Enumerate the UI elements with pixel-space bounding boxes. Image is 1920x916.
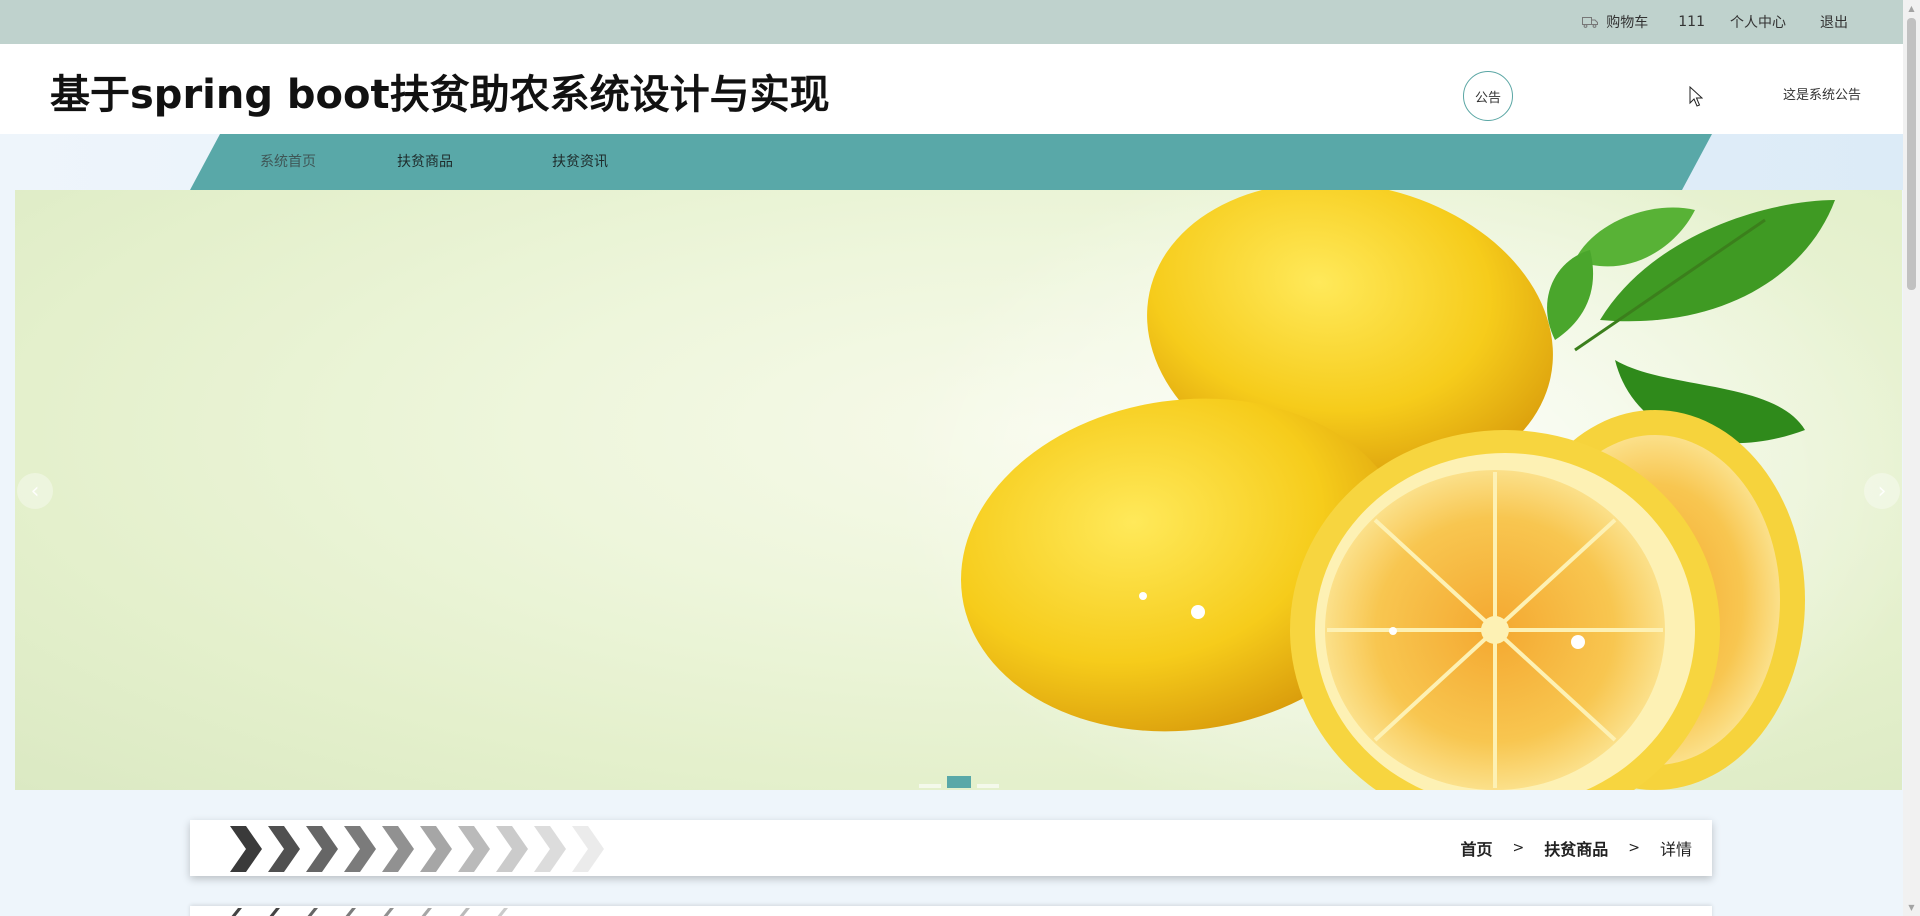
main-nav: 系统首页 扶贫商品 扶贫资讯 xyxy=(190,134,1712,190)
breadcrumb-category[interactable]: 扶贫商品 xyxy=(1544,836,1608,860)
chevron-decoration-icon xyxy=(231,908,508,916)
next-section-card xyxy=(190,906,1712,916)
mouse-cursor-icon xyxy=(1689,86,1703,107)
carousel-dot[interactable] xyxy=(976,784,999,788)
notice-ticker: 这是系统公告 xyxy=(1783,88,1862,103)
username-text: 111 xyxy=(1678,14,1705,30)
carousel-indicators xyxy=(15,776,1902,788)
breadcrumb-separator: > xyxy=(1628,840,1640,856)
breadcrumb-current: 详情 xyxy=(1659,840,1692,859)
profile-link[interactable]: 个人中心 xyxy=(1730,12,1786,32)
carousel-dot[interactable] xyxy=(918,784,941,788)
cart-link[interactable]: 购物车 xyxy=(1582,12,1648,32)
site-header: 基于spring boot扶贫助农系统设计与实现 公告 这是系统公告 xyxy=(0,44,1903,134)
breadcrumb-home[interactable]: 首页 xyxy=(1460,836,1492,860)
breadcrumb: 首页 > 扶贫商品 > 详情 xyxy=(1460,820,1692,876)
breadcrumb-separator: > xyxy=(1512,840,1525,856)
username-link[interactable]: 111 xyxy=(1678,14,1705,30)
nav-item-news[interactable]: 扶贫资讯 xyxy=(552,134,608,190)
chevron-left-icon: ‹ xyxy=(30,478,40,504)
banner-carousel: ‹ › xyxy=(15,190,1902,790)
carousel-next-button[interactable]: › xyxy=(1864,473,1900,509)
logout-link[interactable]: 退出 xyxy=(1820,12,1848,32)
cart-label: 购物车 xyxy=(1606,15,1649,31)
notice-button-label: 公告 xyxy=(1474,90,1501,106)
chevron-right-icon: › xyxy=(1877,478,1887,504)
scroll-thumb[interactable] xyxy=(1907,18,1916,290)
truck-icon xyxy=(1582,17,1599,28)
nav-item-label: 系统首页 xyxy=(260,154,316,170)
nav-item-label: 扶贫资讯 xyxy=(552,154,608,170)
top-bar: 购物车 111 个人中心 退出 xyxy=(0,0,1903,44)
nav-item-products[interactable]: 扶贫商品 xyxy=(397,134,453,190)
carousel-dot-active[interactable] xyxy=(946,776,971,788)
scroll-down-icon[interactable]: ▼ xyxy=(1903,899,1920,916)
notice-button[interactable]: 公告 xyxy=(1463,71,1513,121)
site-title: 基于spring boot扶贫助农系统设计与实现 xyxy=(50,72,830,118)
lemon-banner-image xyxy=(895,190,1902,790)
nav-item-home[interactable]: 系统首页 xyxy=(260,134,316,190)
profile-label: 个人中心 xyxy=(1730,15,1786,31)
breadcrumb-card: 首页 > 扶贫商品 > 详情 xyxy=(190,820,1712,876)
page-scrollbar[interactable]: ▲ ▼ xyxy=(1903,0,1920,916)
nav-item-label: 扶贫商品 xyxy=(397,154,453,170)
logout-label: 退出 xyxy=(1820,15,1848,31)
top-bar-links: 购物车 111 个人中心 退出 xyxy=(1582,0,1848,44)
scroll-up-icon[interactable]: ▲ xyxy=(1903,0,1920,17)
carousel-prev-button[interactable]: ‹ xyxy=(17,473,53,509)
chevron-decoration-icon xyxy=(230,826,604,872)
